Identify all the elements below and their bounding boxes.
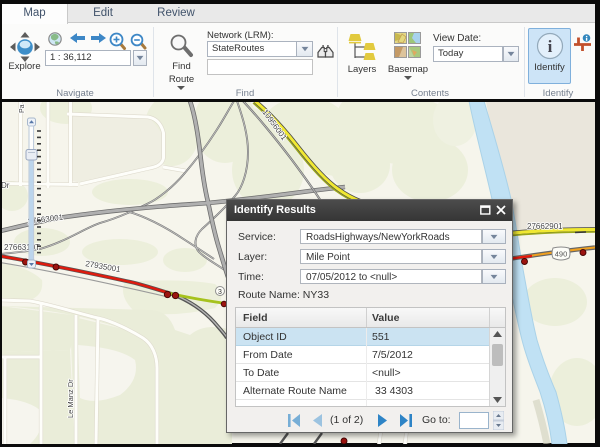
svg-text:2766310T: 2766310T <box>4 243 40 252</box>
svg-text:490: 490 <box>555 250 568 259</box>
svg-text:Pa: Pa <box>19 104 26 113</box>
svg-text:i: i <box>548 37 553 56</box>
svg-text:27662901: 27662901 <box>527 222 563 231</box>
svg-text:Dr: Dr <box>2 181 10 190</box>
svg-text:Le Manz Dr: Le Manz Dr <box>66 379 75 418</box>
svg-text:3: 3 <box>218 289 222 296</box>
